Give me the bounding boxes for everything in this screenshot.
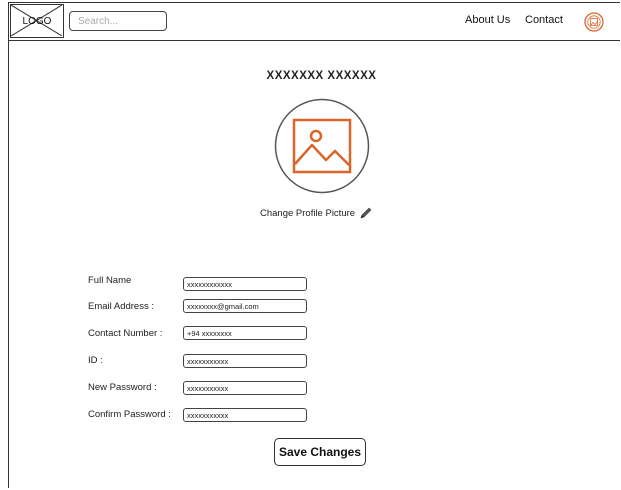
id-field[interactable] [183, 354, 307, 368]
contact-number-field[interactable] [183, 326, 307, 340]
profile-picture-image-icon [274, 98, 370, 194]
logo[interactable]: LOGO [10, 4, 64, 38]
logo-text: LOGO [22, 15, 52, 27]
profile-name: XXXXXXX XXXXXX [266, 70, 377, 82]
search-input[interactable] [69, 11, 167, 31]
change-profile-picture-link[interactable]: Change Profile Picture [260, 206, 373, 220]
pencil-icon[interactable] [359, 206, 373, 220]
nav-link-about-us[interactable]: About Us [465, 14, 510, 26]
email-address-label: Email Address : [88, 301, 154, 312]
save-changes-button[interactable]: Save Changes [274, 438, 366, 466]
full-name-field[interactable] [183, 277, 307, 291]
user-avatar-icon[interactable] [584, 12, 604, 32]
email-address-field[interactable] [183, 299, 307, 313]
top-navbar: LOGO About Us Contact [9, 3, 620, 41]
change-profile-picture-label: Change Profile Picture [260, 207, 356, 219]
confirm-password-field[interactable] [183, 408, 307, 422]
id-label: ID : [88, 355, 103, 366]
full-name-label: Full Name [88, 275, 132, 286]
new-password-label: New Password : [88, 382, 157, 393]
nav-link-contact[interactable]: Contact [525, 14, 563, 26]
new-password-field[interactable] [183, 381, 307, 395]
contact-number-label: Contact Number : [88, 328, 163, 339]
confirm-password-label: Confirm Password : [88, 409, 171, 420]
